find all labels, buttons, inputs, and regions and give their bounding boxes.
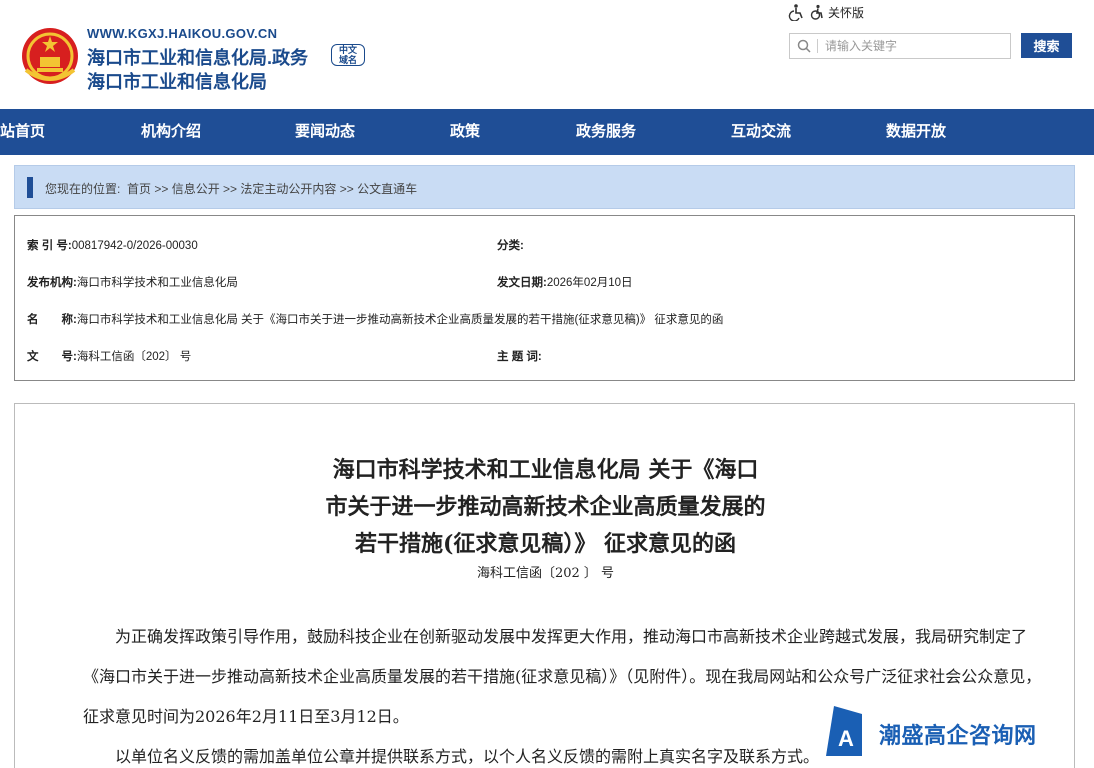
meta-docno-value: 海科工信函〔202〕 号 [76, 351, 192, 363]
search-button[interactable]: 搜索 [1021, 33, 1072, 58]
breadcrumb-marker [27, 177, 33, 198]
nav-item-news[interactable]: 要闻动态 [295, 109, 355, 155]
meta-docno-label: 文 号: [27, 351, 77, 363]
wheelchair-icon [810, 4, 823, 20]
document-number: 海科工信函〔202 〕 号 [476, 566, 615, 581]
site-header: WWW.KGXJ.HAIKOU.GOV.CN 海口市工业和信息化局.政务 中文域… [0, 0, 1094, 109]
nav-item-open-data[interactable]: 数据开放 [886, 109, 946, 155]
meta-date-label: 发文日期: [497, 277, 547, 289]
search-box [789, 33, 1011, 59]
site-name-line1[interactable]: 海口市工业和信息化局.政务 [87, 44, 308, 70]
site-url[interactable]: WWW.KGXJ.HAIKOU.GOV.CN [87, 26, 277, 41]
watermark-text: 潮盛高企咨询网 [879, 723, 1037, 748]
meta-publisher-value: 海口市科学技术和工业信息化局 [76, 277, 238, 289]
breadcrumb-path[interactable]: 首页 >> 信息公开 >> 法定主动公开内容 >> 公文直通车 [127, 182, 417, 196]
meta-index: 索 引 号:00817942-0/2026-00030 [27, 237, 198, 253]
breadcrumb-prefix: 您现在的位置: [45, 182, 121, 196]
chinese-domain-tag: 中文 域名 [331, 44, 365, 66]
search-divider [817, 39, 818, 53]
nav-item-home[interactable]: 站首页 [0, 109, 45, 155]
search-icon [797, 39, 811, 53]
meta-name-value: 海口市科学技术和工业信息化局 关于《海口市关于进一步推动高新技术企业高质量发展的… [76, 314, 724, 326]
meta-index-label: 索 引 号: [27, 240, 72, 252]
nav-item-policy[interactable]: 政策 [450, 109, 480, 155]
meta-publisher: 发布机构:海口市科学技术和工业信息化局 [27, 274, 238, 290]
meta-name-label: 名 称: [27, 314, 77, 326]
site-name-line2[interactable]: 海口市工业和信息化局 [87, 68, 267, 94]
nav-item-about[interactable]: 机构介绍 [141, 109, 201, 155]
watermark-logo-icon: A [826, 706, 862, 756]
document-title-line2: 市关于进一步推动高新技术企业高质量发展的 [325, 494, 766, 520]
meta-date: 发文日期:2026年02月10日 [497, 274, 633, 290]
care-mode-label: 关怀版 [828, 5, 865, 20]
nav-item-interaction[interactable]: 互动交流 [731, 109, 791, 155]
accessibility-icon [788, 4, 803, 21]
breadcrumb-text: 您现在的位置: 首页 >> 信息公开 >> 法定主动公开内容 >> 公文直通车 [45, 180, 417, 197]
breadcrumb: 您现在的位置: 首页 >> 信息公开 >> 法定主动公开内容 >> 公文直通车 [14, 165, 1075, 209]
meta-keywords: 主 题 词: [497, 348, 542, 364]
meta-publisher-label: 发布机构: [27, 277, 77, 289]
watermark: A 潮盛高企咨询网 [826, 706, 1066, 756]
meta-docno: 文 号:海科工信函〔202〕 号 [27, 348, 191, 364]
meta-name: 名 称:海口市科学技术和工业信息化局 关于《海口市关于进一步推动高新技术企业高质… [27, 311, 723, 327]
care-mode-toggle[interactable]: 关怀版 [788, 3, 864, 21]
meta-index-value: 00817942-0/2026-00030 [71, 240, 198, 252]
search-input[interactable] [825, 36, 1005, 56]
national-emblem-icon [22, 28, 78, 84]
document-title: 海口市科学技术和工业信息化局 关于《海口 市关于进一步推动高新技术企业高质量发展… [15, 452, 1076, 563]
meta-keywords-label: 主 题 词: [497, 351, 542, 363]
document-title-line1: 海口市科学技术和工业信息化局 关于《海口 [332, 457, 759, 483]
main-nav: 站首页 机构介绍 要闻动态 政策 政务服务 互动交流 数据开放 [0, 109, 1094, 155]
document-title-line3: 若干措施(征求意见稿）》 征求意见的函 [354, 531, 737, 557]
meta-category: 分类: [497, 237, 524, 253]
meta-date-value: 2026年02月10日 [546, 277, 633, 289]
nav-item-services[interactable]: 政务服务 [576, 109, 636, 155]
meta-category-label: 分类: [497, 240, 524, 252]
svg-text:A: A [838, 726, 854, 751]
document-meta: 索 引 号:00817942-0/2026-00030 分类: 发布机构:海口市… [14, 215, 1075, 381]
